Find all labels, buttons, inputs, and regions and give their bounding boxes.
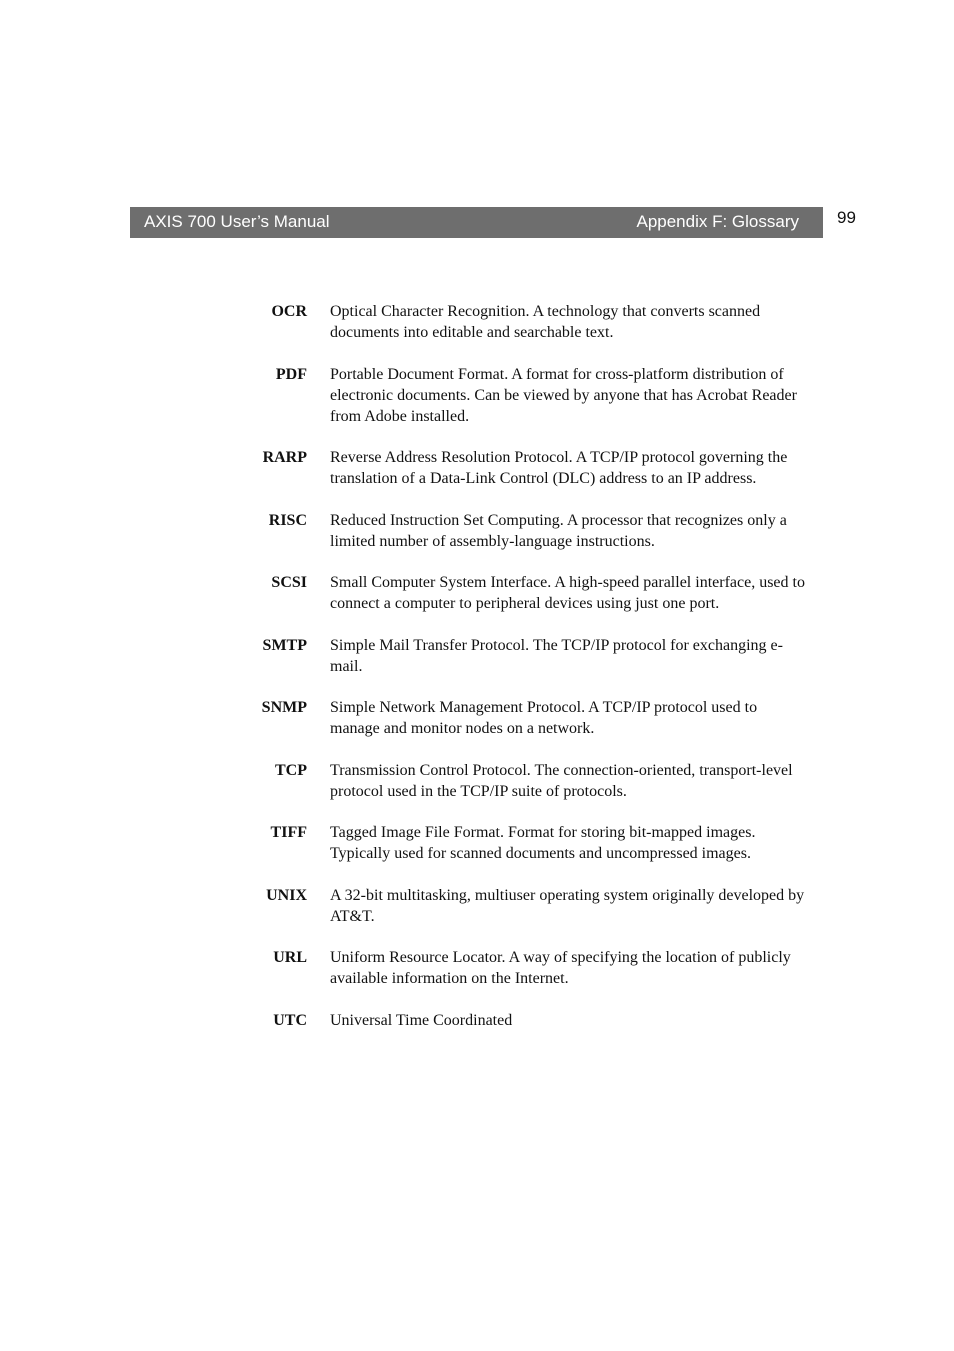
glossary-entry-unix: UNIX A 32-bit multitasking, multiuser op…: [230, 885, 820, 927]
glossary-list: OCR Optical Character Recognition. A tec…: [230, 301, 820, 1051]
manual-title: AXIS 700 User’s Manual: [144, 212, 330, 231]
glossary-term: URL: [273, 949, 307, 966]
glossary-term: OCR: [271, 303, 307, 320]
glossary-term: SCSI: [271, 574, 307, 591]
glossary-entry-rarp: RARP Reverse Address Resolution Protocol…: [230, 447, 820, 489]
page-number: 99: [837, 208, 856, 227]
glossary-term: PDF: [275, 365, 307, 383]
glossary-definition: Optical Character Recognition. A technol…: [330, 303, 761, 341]
glossary-definition: Reverse Address Resolution Protocol. A T…: [330, 449, 788, 487]
glossary-term: UNIX: [266, 886, 307, 904]
glossary-entry-scsi: SCSI Small Computer System Interface. A …: [230, 572, 820, 614]
glossary-entry-ocr: OCR Optical Character Recognition. A tec…: [230, 301, 820, 343]
glossary-definition: Uniform Resource Locator. A way of speci…: [330, 949, 791, 987]
glossary-definition: Transmission Control Protocol. The conne…: [330, 761, 793, 800]
glossary-entry-tiff: TIFF Tagged Image File Format. Format fo…: [230, 822, 820, 864]
glossary-definition: Small Computer System Interface. A high-…: [330, 574, 805, 612]
glossary-term: TIFF: [270, 824, 307, 841]
glossary-definition: Universal Time Coordinated: [330, 1011, 513, 1029]
glossary-entry-risc: RISC Reduced Instruction Set Computing. …: [230, 510, 820, 552]
glossary-entry-snmp: SNMP Simple Network Management Protocol.…: [230, 697, 820, 739]
glossary-term: RARP: [262, 449, 307, 466]
glossary-entry-tcp: TCP Transmission Control Protocol. The c…: [230, 760, 820, 802]
glossary-entry-url: URL Uniform Resource Locator. A way of s…: [230, 947, 820, 989]
glossary-term: TCP: [275, 761, 307, 779]
running-header-bar: AXIS 700 User’s Manual Appendix F: Gloss…: [130, 207, 823, 238]
glossary-entry-pdf: PDF Portable Document Format. A format f…: [230, 364, 820, 427]
glossary-term: SMTP: [262, 636, 307, 654]
glossary-entry-smtp: SMTP Simple Mail Transfer Protocol. The …: [230, 635, 820, 677]
section-title: Appendix F: Glossary: [636, 212, 799, 231]
glossary-term: SNMP: [261, 699, 307, 716]
glossary-definition: A 32-bit multitasking, multiuser operati…: [330, 886, 805, 925]
glossary-definition: Portable Document Format. A format for c…: [330, 365, 797, 425]
glossary-term: UTC: [273, 1011, 307, 1029]
glossary-entry-utc: UTC Universal Time Coordinated: [230, 1010, 820, 1031]
glossary-definition: Simple Mail Transfer Protocol. The TCP/I…: [330, 636, 783, 675]
glossary-definition: Reduced Instruction Set Computing. A pro…: [330, 511, 787, 550]
glossary-definition: Tagged Image File Format. Format for sto…: [330, 824, 756, 862]
glossary-definition: Simple Network Management Protocol. A TC…: [330, 699, 758, 737]
glossary-term: RISC: [268, 511, 307, 529]
